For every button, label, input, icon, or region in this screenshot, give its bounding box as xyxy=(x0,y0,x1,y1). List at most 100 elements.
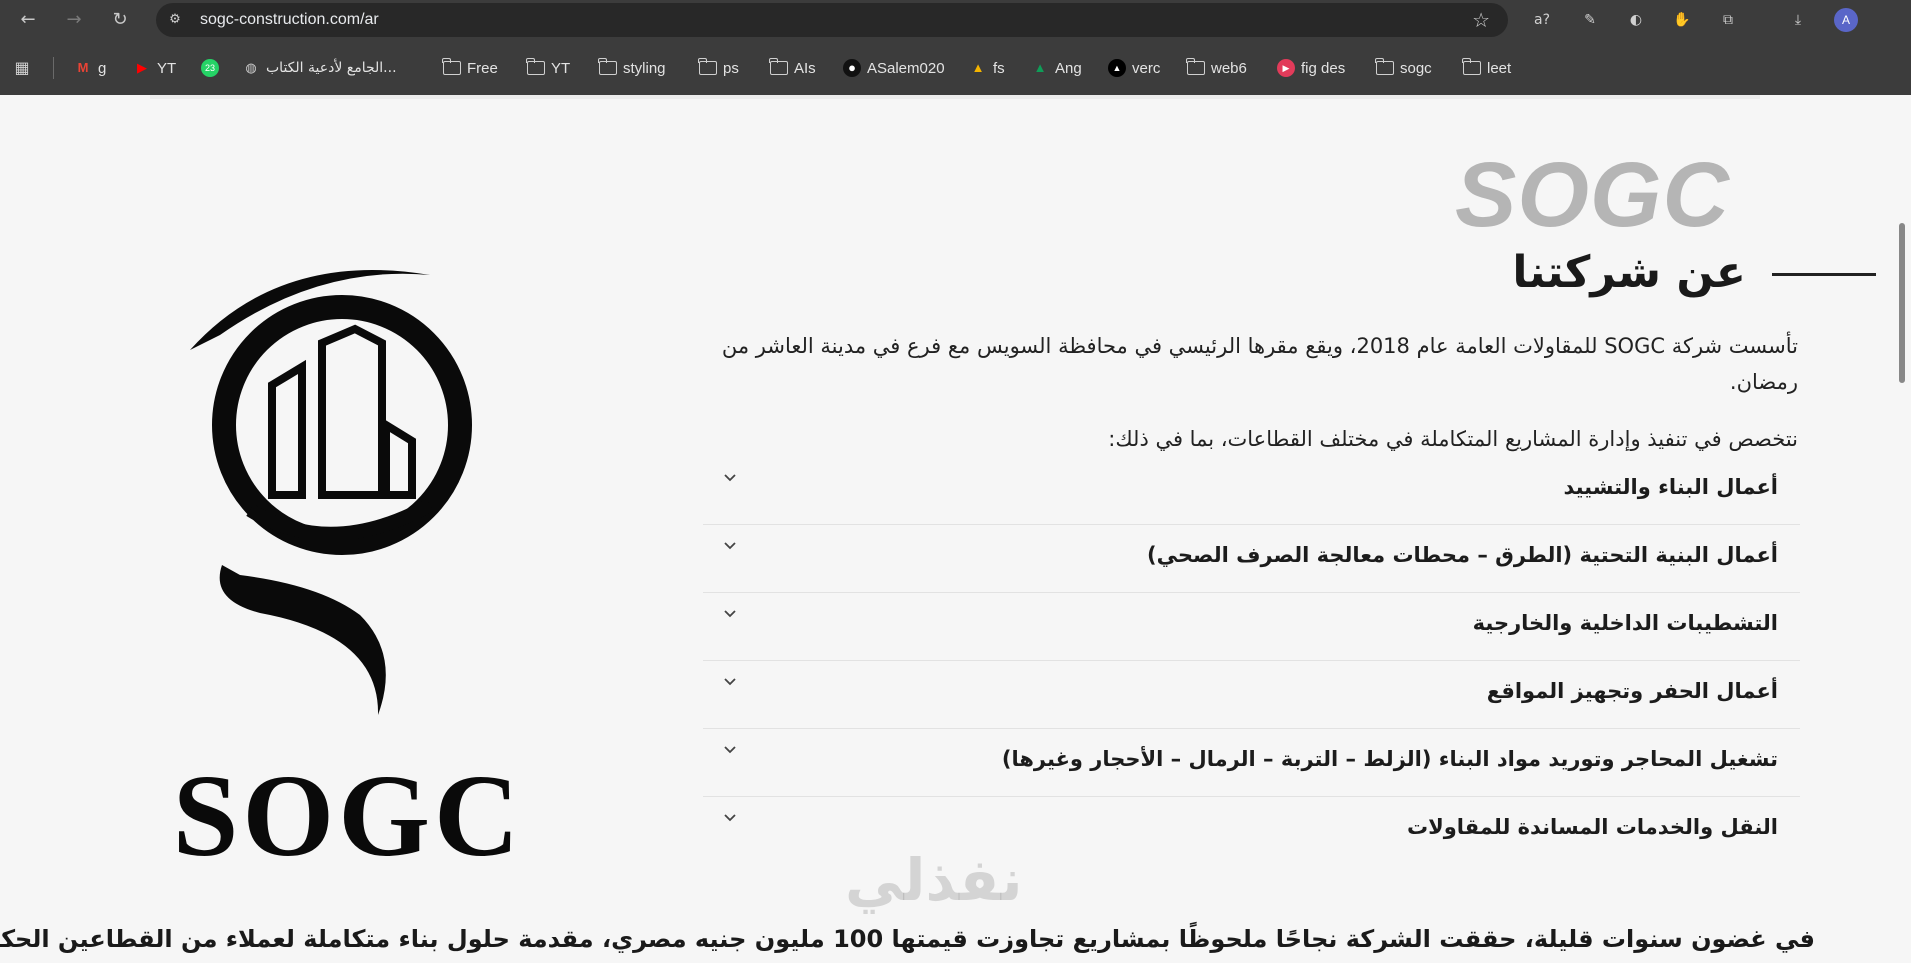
chevron-down-icon[interactable] xyxy=(719,535,741,557)
accordion-item[interactable]: أعمال البناء والتشييد xyxy=(703,457,1800,525)
folder-icon xyxy=(598,58,617,75)
bookmark-drive-ang[interactable]: ▲ Ang xyxy=(1031,57,1082,79)
bookmarks-bar: ▦ M g ▶ YT 23 ◍ الجامع لأدعية الكتاب... … xyxy=(0,40,1911,95)
apps-grid-icon[interactable]: ▦ xyxy=(12,58,32,78)
title-decoration-line xyxy=(1772,273,1876,276)
bookmark-star-icon[interactable]: ☆ xyxy=(1472,8,1490,32)
intro-paragraph: تأسست شركة SOGC للمقاولات العامة عام 201… xyxy=(721,334,1798,394)
bookmark-label: leet xyxy=(1487,59,1512,77)
profile-avatar[interactable]: A xyxy=(1834,8,1858,32)
folder-icon xyxy=(1462,58,1481,75)
bookmark-yt[interactable]: ▶ YT xyxy=(133,57,176,79)
bookmark-figma[interactable]: ▶ fig des xyxy=(1277,57,1345,79)
bookmark-label: sogc xyxy=(1400,59,1432,77)
folder-icon xyxy=(698,58,717,75)
bookmarks-divider xyxy=(53,57,54,79)
bookmark-github[interactable]: ● ASalem020 xyxy=(843,57,945,79)
services-accordion: أعمال البناء والتشييد أعمال البنية التحت… xyxy=(703,457,1800,865)
vercel-icon: ▲ xyxy=(1108,59,1126,77)
bookmark-folder-yt[interactable]: YT xyxy=(526,57,571,79)
chevron-down-icon[interactable] xyxy=(719,671,741,693)
background-brand-text: SOGC xyxy=(1455,144,1730,246)
forward-arrow-icon[interactable]: → xyxy=(62,8,86,32)
accordion-item[interactable]: تشغيل المحاجر وتوريد مواد البناء (الزلط … xyxy=(703,729,1800,797)
github-icon: ● xyxy=(843,59,861,77)
bookmark-folder-free[interactable]: Free xyxy=(442,57,498,79)
bookmark-label: fig des xyxy=(1301,59,1346,77)
chevron-down-icon[interactable] xyxy=(719,739,741,761)
bookmark-folder-sogc[interactable]: sogc xyxy=(1375,57,1432,79)
page-content: SOGC عن شركتنا تأسست شركة SOGC للمقاولات… xyxy=(0,95,1911,963)
bookmark-label: styling xyxy=(623,59,666,77)
whatsapp-icon: 23 xyxy=(201,59,219,77)
bookmark-label: ps xyxy=(723,59,739,77)
folder-icon xyxy=(442,58,461,75)
bookmark-label: fs xyxy=(993,59,1005,77)
bookmark-drive-fs[interactable]: ▲ fs xyxy=(969,57,1005,79)
header-shadow xyxy=(150,95,1760,99)
accordion-label: أعمال الحفر وتجهيز المواقع xyxy=(1486,679,1778,703)
logo-buildings xyxy=(268,324,416,499)
services-lead: نتخصص في تنفيذ وإدارة المشاريع المتكاملة… xyxy=(1108,427,1798,451)
bookmark-label: YT xyxy=(551,59,571,77)
chevron-down-icon[interactable] xyxy=(719,603,741,625)
logo-g-tail xyxy=(219,565,386,715)
drive-icon: ▲ xyxy=(971,60,985,75)
sogc-logo: SOGC xyxy=(173,270,523,881)
url-text[interactable]: sogc-construction.com/ar xyxy=(200,11,379,29)
section-title: عن شركتنا xyxy=(1512,247,1746,298)
eyedropper-icon[interactable]: ✎ xyxy=(1578,8,1602,32)
bookmark-label: الجامع لأدعية الكتاب... xyxy=(266,60,397,76)
bookmark-whatsapp[interactable]: 23 xyxy=(201,57,219,79)
puzzle-icon[interactable]: ⧉ xyxy=(1716,8,1740,32)
bookmark-label: g xyxy=(98,59,107,77)
site-info-icon[interactable]: ⚙ xyxy=(166,11,184,29)
chevron-down-icon[interactable] xyxy=(719,807,741,829)
bottom-paragraph: في غضون سنوات قليلة، حققت الشركة نجاحًا … xyxy=(0,925,1815,953)
bookmark-vercel[interactable]: ▲ verc xyxy=(1108,57,1160,79)
bookmark-adeiya[interactable]: ◍ الجامع لأدعية الكتاب... xyxy=(242,57,397,79)
bookmark-label: YT xyxy=(157,59,177,77)
logo-wordmark: SOGC xyxy=(173,750,523,881)
bookmark-label: Ang xyxy=(1055,59,1082,77)
accordion-label: التشطيبات الداخلية والخارجية xyxy=(1472,611,1778,635)
translate-icon[interactable]: a? xyxy=(1530,8,1554,32)
page-scrollbar[interactable] xyxy=(1899,223,1905,383)
reload-icon[interactable]: ↻ xyxy=(108,8,132,32)
bookmark-folder-leet[interactable]: leet xyxy=(1462,57,1512,79)
folder-icon xyxy=(526,58,545,75)
accordion-item[interactable]: أعمال الحفر وتجهيز المواقع xyxy=(703,661,1800,729)
address-bar[interactable]: ⚙ sogc-construction.com/ar ☆ xyxy=(156,3,1508,37)
accordion-label: أعمال البناء والتشييد xyxy=(1563,475,1778,499)
accordion-item[interactable]: التشطيبات الداخلية والخارجية xyxy=(703,593,1800,661)
bookmark-g[interactable]: M g xyxy=(74,57,107,79)
bookmark-label: ASalem020 xyxy=(867,59,945,77)
bookmark-label: web6 xyxy=(1211,59,1247,77)
download-icon[interactable]: ⤓ xyxy=(1786,8,1810,32)
bookmark-folder-web6[interactable]: web6 xyxy=(1186,57,1247,79)
bookmark-label: verc xyxy=(1132,59,1161,77)
gmail-icon: M xyxy=(77,60,89,75)
back-arrow-icon[interactable]: ← xyxy=(16,8,40,32)
youtube-icon: ▶ xyxy=(137,60,147,75)
chevron-down-icon[interactable] xyxy=(719,467,741,489)
figma-icon: ▶ xyxy=(1277,59,1295,77)
globe-icon: ◍ xyxy=(245,60,257,75)
bookmark-label: AIs xyxy=(794,59,816,77)
bookmark-folder-styling[interactable]: styling xyxy=(598,57,666,79)
folder-icon xyxy=(1186,58,1205,75)
drive-icon: ▲ xyxy=(1033,60,1047,75)
accordion-label: تشغيل المحاجر وتوريد مواد البناء (الزلط … xyxy=(1001,747,1778,771)
watermark-text: نفذلي xyxy=(845,846,1023,914)
bookmark-folder-ps[interactable]: ps xyxy=(698,57,739,79)
bookmark-folder-ais[interactable]: AIs xyxy=(769,57,816,79)
folder-icon xyxy=(1375,58,1394,75)
circle-ext-icon[interactable]: ◐ xyxy=(1624,8,1648,32)
folder-icon xyxy=(769,58,788,75)
accordion-label: أعمال البنية التحتية (الطرق – محطات معال… xyxy=(1147,543,1778,567)
accordion-item[interactable]: أعمال البنية التحتية (الطرق – محطات معال… xyxy=(703,525,1800,593)
accordion-label: النقل والخدمات المساندة للمقاولات xyxy=(1407,815,1778,839)
browser-toolbar: ← → ↻ ⚙ sogc-construction.com/ar ☆ a? ✎ … xyxy=(0,0,1911,40)
hand-ext-icon[interactable]: ✋ xyxy=(1670,8,1694,32)
bookmark-label: Free xyxy=(467,59,498,77)
